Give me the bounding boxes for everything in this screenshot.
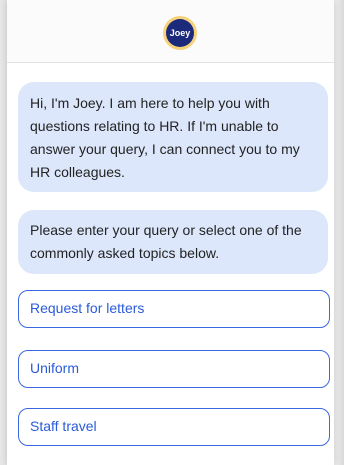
joey-logo: Joey: [163, 16, 201, 52]
topic-option-uniform[interactable]: Uniform: [18, 350, 330, 388]
chat-header: Joey: [7, 0, 334, 63]
logo-badge: Joey: [166, 19, 194, 47]
topic-option-request-for-letters[interactable]: Request for letters: [18, 290, 330, 328]
bot-message-greeting: Hi, I'm Joey. I am here to help you with…: [18, 82, 328, 192]
background: [334, 0, 344, 465]
chat-window: Joey Hi, I'm Joey. I am here to help you…: [7, 0, 334, 465]
bot-message-prompt: Please enter your query or select one of…: [18, 210, 328, 274]
topic-option-staff-travel[interactable]: Staff travel: [18, 408, 330, 446]
